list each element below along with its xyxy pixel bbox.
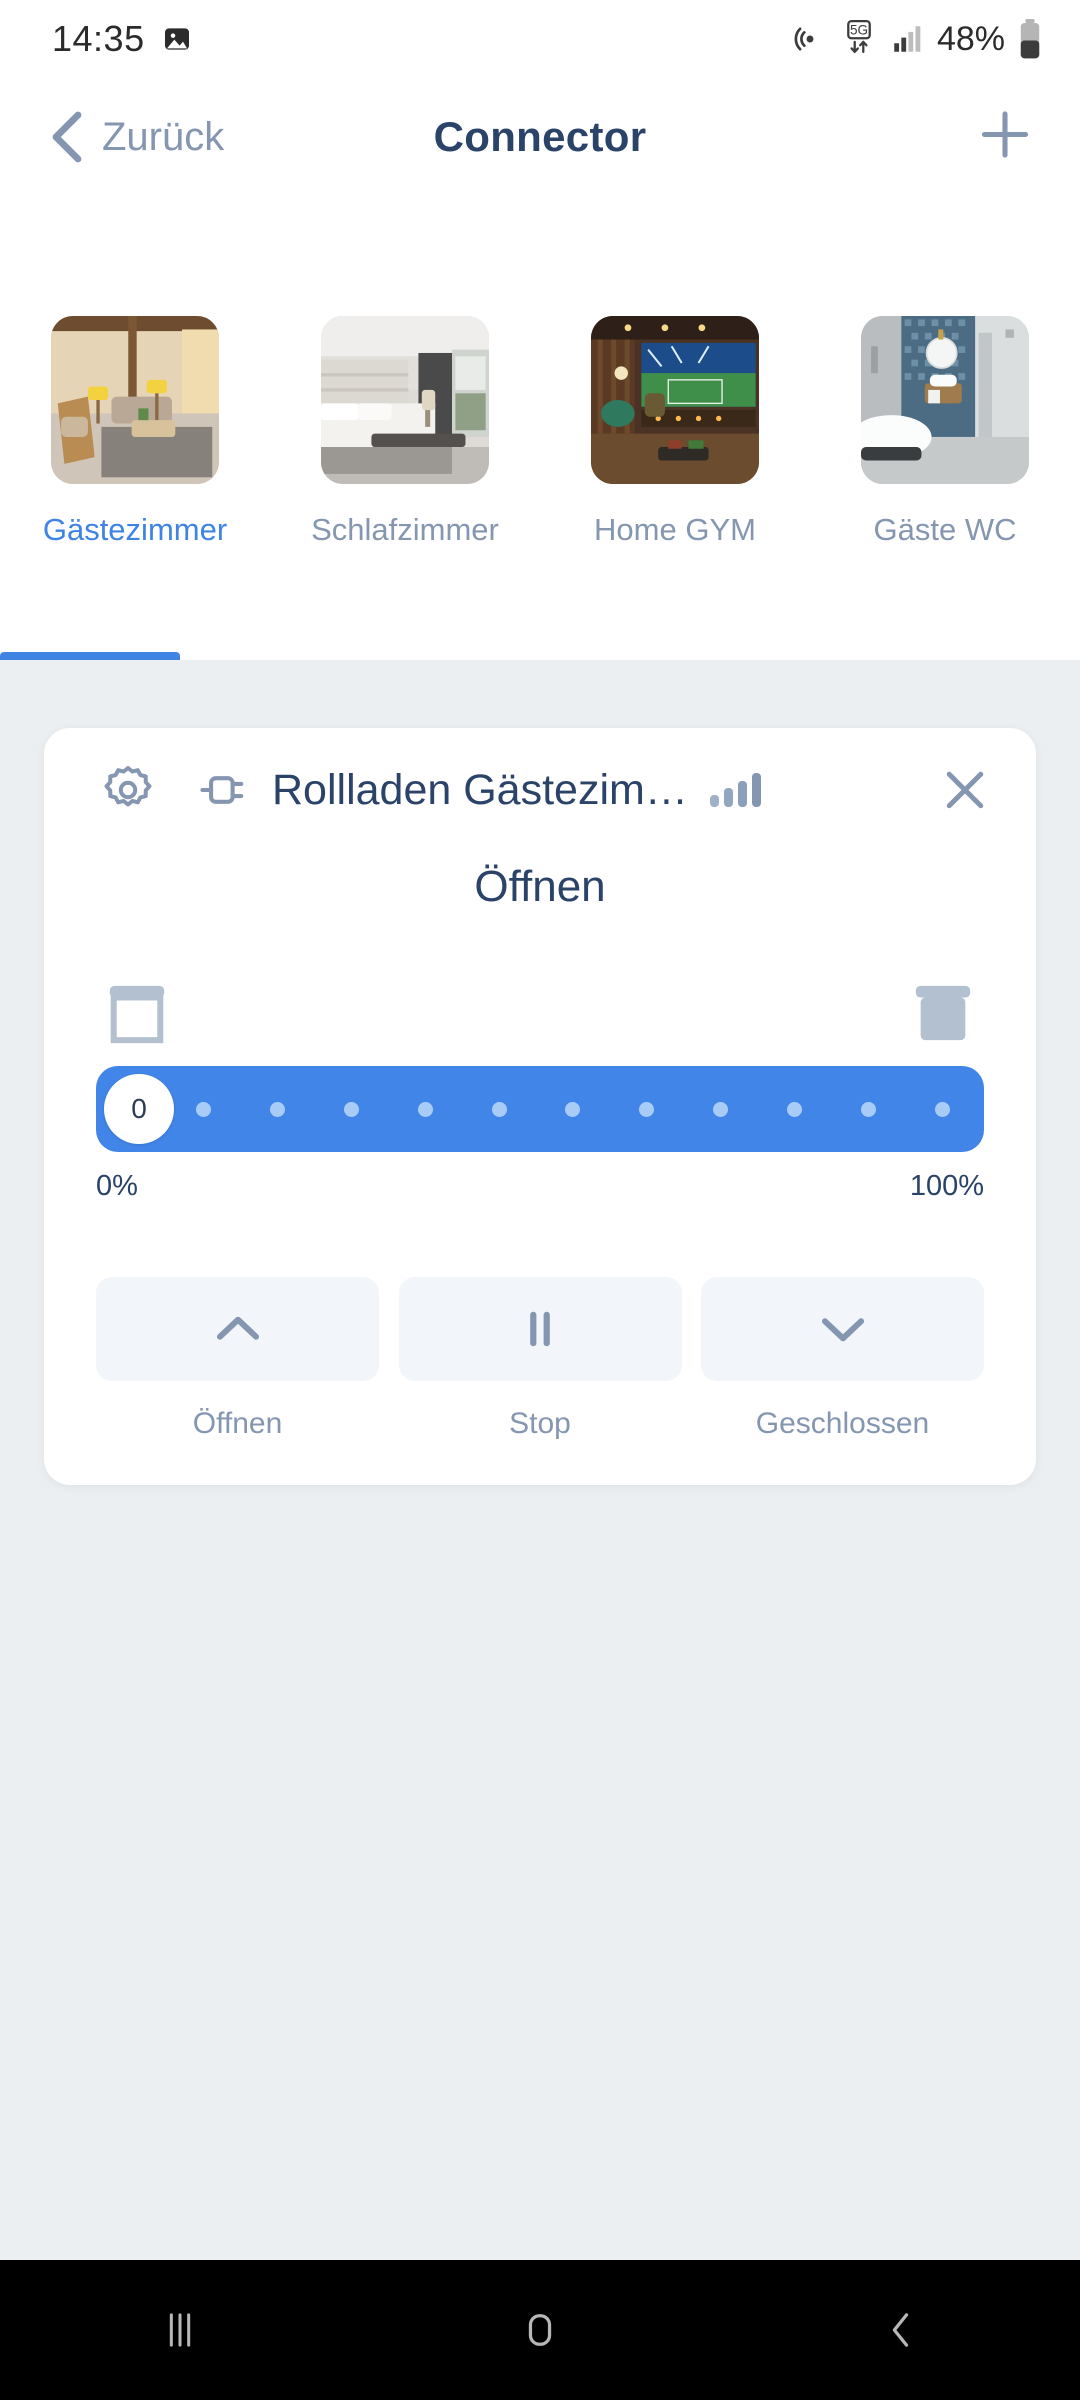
control-stop: Stop <box>398 1277 682 1441</box>
phone-screen: 14:35 5G 48% Zurück Connector Gästezimme… <box>0 0 1080 2400</box>
content-area: Rollladen Gästezim… Öffnen 0 0% 100% Öff… <box>0 660 1080 2260</box>
room-tab-schlafzimmer[interactable]: Schlafzimmer <box>270 196 540 660</box>
control-open: Öffnen <box>96 1277 379 1441</box>
device-name: Rollladen Gästezim… <box>272 765 688 814</box>
signal-bar-4 <box>751 773 761 807</box>
status-bar: 14:35 5G 48% <box>0 0 1080 78</box>
signal-bars-icon <box>894 26 921 52</box>
battery-percent-label: 48% <box>936 19 1005 58</box>
room-tab-label: Schlafzimmer <box>311 512 499 547</box>
stop-button-label: Stop <box>509 1407 571 1440</box>
position-slider[interactable]: 0 0% 100% <box>44 1066 1036 1203</box>
status-bar-system-icons: 5G 48% <box>792 19 1042 59</box>
gear-icon <box>104 766 152 807</box>
nav-home-button[interactable] <box>360 2304 720 2356</box>
control-close: Geschlossen <box>701 1277 984 1441</box>
slider-tick <box>491 1101 507 1117</box>
slider-range-labels: 0% 100% <box>96 1170 984 1203</box>
room-tab-gaestezimmer[interactable]: Gästezimmer <box>0 196 270 660</box>
add-device-button[interactable] <box>976 106 1034 169</box>
pause-icon <box>530 1311 550 1347</box>
plus-icon <box>981 111 1029 158</box>
open-button[interactable] <box>96 1277 379 1381</box>
bedroom-photo <box>321 316 489 484</box>
slider-track[interactable]: 0 <box>96 1066 984 1152</box>
room-tab-gaeste-wc[interactable]: Gäste WC <box>810 196 1080 660</box>
battery-icon <box>1020 19 1040 59</box>
slider-tick <box>639 1101 655 1117</box>
open-button-label: Öffnen <box>192 1407 283 1440</box>
slider-tick <box>934 1101 950 1117</box>
hotspot-icon <box>794 27 814 51</box>
slider-max-label: 100% <box>909 1170 984 1202</box>
room-tab-label: Gäste WC <box>873 512 1017 547</box>
slider-tick <box>787 1101 803 1117</box>
slider-tick <box>417 1101 433 1117</box>
svg-text:5G: 5G <box>850 23 868 38</box>
back-icon <box>892 2313 909 2347</box>
recents-icon <box>169 2313 191 2347</box>
signal-bar-3 <box>737 781 747 807</box>
status-bar-time: 14:35 <box>52 18 145 59</box>
home-icon <box>528 2314 552 2346</box>
settings-button[interactable] <box>100 762 156 818</box>
room-tab-home-gym[interactable]: Home GYM <box>540 196 810 660</box>
signal-bar-1 <box>709 795 719 807</box>
room-thumbnail <box>591 316 759 484</box>
shutter-closed-icon <box>910 980 976 1046</box>
android-nav-bar <box>0 2260 1080 2400</box>
nav-back-button[interactable] <box>720 2304 1080 2356</box>
room-tab-label: Gästezimmer <box>42 512 228 547</box>
device-signal-strength-icon <box>709 773 761 807</box>
blind-open-icon <box>109 985 165 1044</box>
slider-min-label: 0% <box>96 1170 138 1202</box>
slider-tick <box>713 1101 729 1117</box>
shutter-open-icon <box>104 980 170 1046</box>
page-title: Connector <box>433 113 647 160</box>
chevron-up-icon <box>216 1316 259 1340</box>
stop-button[interactable] <box>398 1277 682 1381</box>
close-button[interactable] <box>938 763 992 817</box>
home-gym-photo <box>591 316 759 484</box>
shutter-icon-row <box>44 980 1036 1046</box>
active-tab-indicator <box>0 652 180 660</box>
device-card-header: Rollladen Gästezim… <box>44 728 1036 852</box>
connector-plug-icon <box>196 762 252 818</box>
plug-icon <box>200 776 244 804</box>
close-icon <box>946 771 984 809</box>
chevron-down-icon <box>821 1318 864 1342</box>
room-tab-label: Home GYM <box>594 512 756 547</box>
app-header: Zurück Connector <box>0 78 1080 196</box>
room-thumbnail <box>861 316 1029 484</box>
slider-tick <box>565 1101 581 1117</box>
status-bar-notification-icons <box>161 23 193 55</box>
slider-tick <box>196 1101 211 1117</box>
device-card: Rollladen Gästezim… Öffnen 0 0% 100% Öff… <box>44 728 1036 1485</box>
room-tabs: Gästezimmer Schlafzimmer Home GYM Gäste … <box>0 196 1080 660</box>
slider-tick-marks <box>196 1101 950 1117</box>
close-shutter-button[interactable] <box>701 1277 984 1381</box>
image-icon <box>164 28 189 50</box>
close-button-label: Geschlossen <box>755 1407 930 1440</box>
room-thumbnail <box>51 316 219 484</box>
blind-closed-icon <box>915 985 971 1041</box>
room-thumbnail <box>321 316 489 484</box>
guest-bathroom-photo <box>861 316 1029 484</box>
slider-thumb[interactable]: 0 <box>104 1074 174 1144</box>
nav-recents-button[interactable] <box>0 2304 360 2356</box>
device-state-title: Öffnen <box>474 862 606 911</box>
shutter-control-buttons: Öffnen Stop Geschlossen <box>44 1277 1036 1441</box>
signal-bar-2 <box>723 788 733 807</box>
room-tab-list: Gästezimmer Schlafzimmer Home GYM Gäste … <box>0 196 1080 660</box>
slider-tick <box>343 1101 359 1117</box>
guest-room-photo <box>51 316 219 484</box>
slider-tick <box>269 1101 285 1117</box>
5g-icon: 5G <box>847 20 871 54</box>
slider-tick <box>861 1101 877 1117</box>
